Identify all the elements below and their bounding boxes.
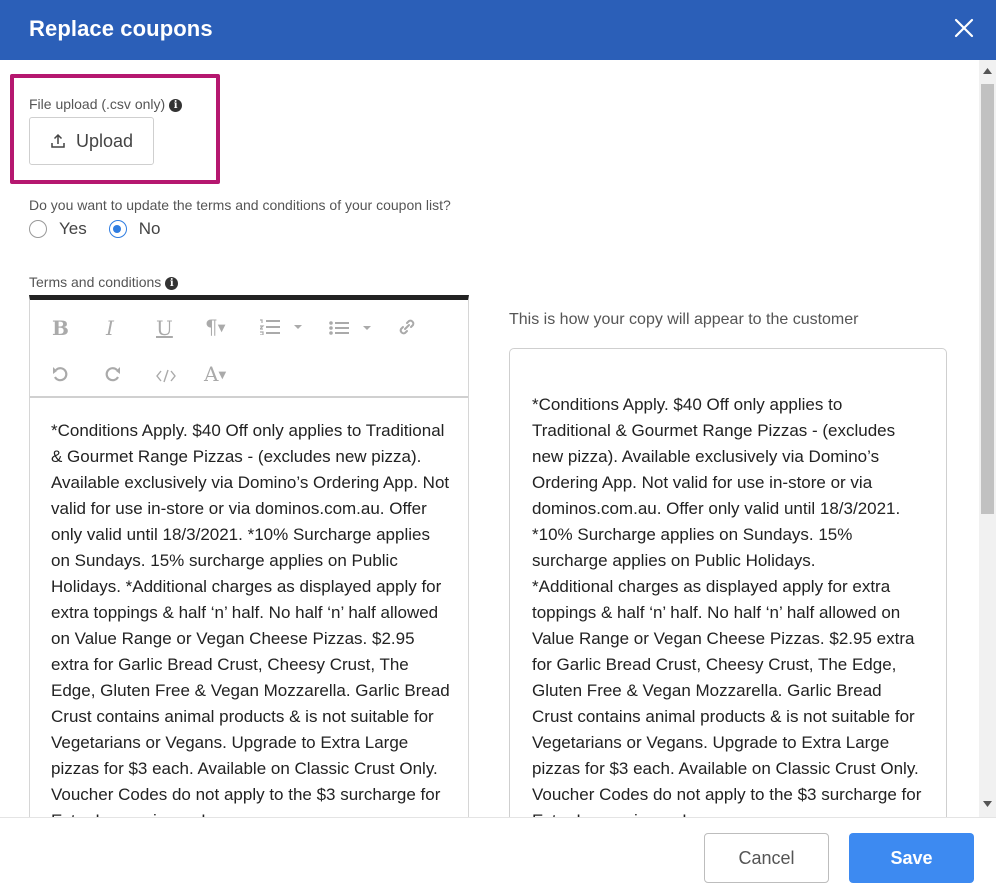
scrollbar-thumb[interactable] <box>981 84 994 514</box>
link-icon[interactable] <box>398 318 416 336</box>
paragraph-button[interactable]: ¶▼ <box>205 315 225 339</box>
dialog-footer: Cancel Save <box>0 817 996 896</box>
upload-icon <box>51 133 65 148</box>
terms-text[interactable]: *Conditions Apply. $40 Off only applies … <box>30 398 468 817</box>
preview-paragraph: *Conditions Apply. $40 Off only applies … <box>532 395 901 518</box>
radio-yes[interactable] <box>29 220 47 238</box>
cancel-button[interactable]: Cancel <box>704 833 829 883</box>
preview-paragraph: *10% Surcharge applies on Sundays. 15% s… <box>532 525 853 570</box>
preview-text: *Conditions Apply. $40 Off only applies … <box>510 349 946 817</box>
radio-yes-label: Yes <box>59 219 87 238</box>
terms-update-radio-group: Yes No <box>29 219 160 239</box>
vertical-scrollbar[interactable] <box>979 60 996 817</box>
terms-question-label: Do you want to update the terms and cond… <box>29 197 451 213</box>
dialog-title: Replace coupons <box>29 16 213 41</box>
undo-icon[interactable] <box>52 367 70 383</box>
terms-editor[interactable]: B I U ¶▼ A▼ *Conditions Apply. $40 Off o… <box>29 295 469 817</box>
preview-label: This is how your copy will appear to the… <box>509 311 859 328</box>
radio-no[interactable] <box>108 220 127 238</box>
dialog-header: Replace coupons <box>0 0 996 60</box>
bullet-list-icon[interactable] <box>329 321 373 335</box>
save-button[interactable]: Save <box>849 833 974 883</box>
underline-button[interactable]: U <box>156 316 173 340</box>
redo-icon[interactable] <box>103 367 121 383</box>
upload-button[interactable]: Upload <box>29 117 154 165</box>
scroll-up-icon[interactable] <box>983 68 992 74</box>
preview-paragraph: *Additional charges as displayed apply f… <box>532 577 922 817</box>
italic-button[interactable]: I <box>106 316 114 340</box>
radio-no-label: No <box>138 219 161 238</box>
font-button[interactable]: A▼ <box>204 362 226 386</box>
info-icon[interactable]: i <box>165 277 179 290</box>
terms-label: Terms and conditions i <box>29 274 179 290</box>
file-upload-label: File upload (.csv only) i <box>29 96 183 112</box>
code-icon[interactable] <box>156 369 176 383</box>
info-icon[interactable]: i <box>169 99 183 112</box>
close-icon[interactable] <box>948 12 980 44</box>
editor-toolbar: B I U ¶▼ A▼ <box>30 300 468 398</box>
ordered-list-icon[interactable] <box>260 319 304 335</box>
upload-button-label: Upload <box>75 130 134 151</box>
scroll-down-icon[interactable] <box>983 801 992 807</box>
bold-button[interactable]: B <box>52 316 69 340</box>
terms-preview: *Conditions Apply. $40 Off only applies … <box>509 348 947 817</box>
